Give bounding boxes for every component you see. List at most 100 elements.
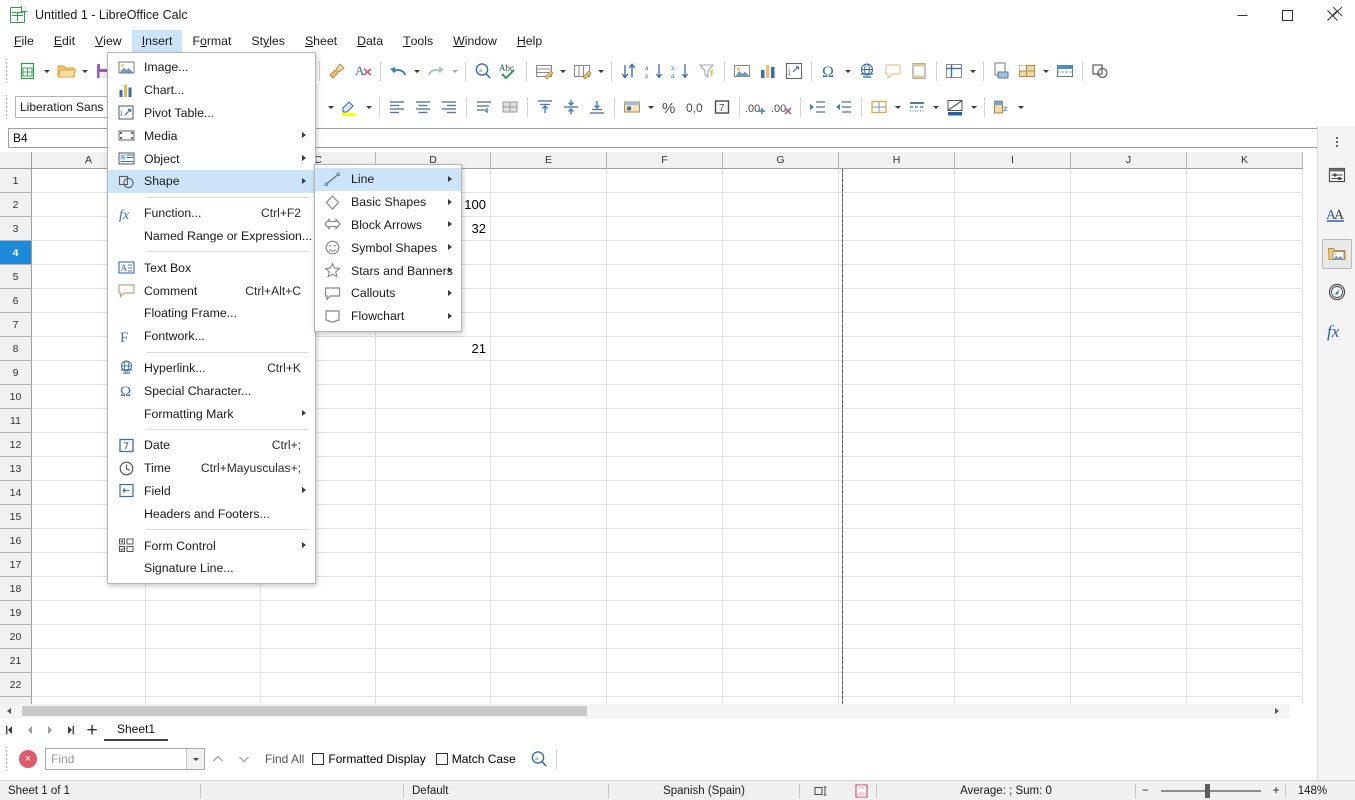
new-document-button[interactable] — [15, 58, 41, 84]
maximize-button[interactable] — [1265, 0, 1310, 30]
border-style-dropdown[interactable] — [930, 94, 942, 120]
insert-chart-button[interactable] — [755, 58, 781, 84]
cell-K12[interactable] — [1187, 433, 1303, 457]
cell-G16[interactable] — [723, 529, 839, 553]
cell-J2[interactable] — [1071, 193, 1187, 217]
cell-D19[interactable] — [376, 601, 491, 625]
cell-K4[interactable] — [1187, 241, 1303, 265]
cell-F5[interactable] — [607, 265, 723, 289]
cell-F21[interactable] — [607, 649, 723, 673]
row-header-17[interactable]: 17 — [0, 553, 32, 577]
cell-E11[interactable] — [491, 409, 607, 433]
cell-K7[interactable] — [1187, 313, 1303, 337]
cell-E13[interactable] — [491, 457, 607, 481]
find-and-replace-button[interactable]: a — [470, 58, 496, 84]
insert-menu-item-time[interactable]: TimeCtrl+Mayusculas+; — [108, 457, 315, 480]
row-header-5[interactable]: 5 — [0, 265, 32, 289]
cell-I13[interactable] — [955, 457, 1071, 481]
cell-G22[interactable] — [723, 673, 839, 697]
cell-G2[interactable] — [723, 193, 839, 217]
cell-F18[interactable] — [607, 577, 723, 601]
insert-menu-item-hyperlink[interactable]: Hyperlink...Ctrl+K — [108, 357, 315, 380]
hyperlink-button[interactable] — [854, 58, 880, 84]
cell-H22[interactable] — [839, 673, 955, 697]
cell-J5[interactable] — [1071, 265, 1187, 289]
cell-F17[interactable] — [607, 553, 723, 577]
cell-E21[interactable] — [491, 649, 607, 673]
toolbar-grip[interactable] — [3, 59, 12, 83]
cell-B22[interactable] — [146, 673, 261, 697]
cell-E1[interactable] — [491, 169, 607, 193]
sidebar-item-settings[interactable] — [1322, 161, 1352, 191]
first-sheet-button[interactable] — [0, 719, 20, 741]
cell-J14[interactable] — [1071, 481, 1187, 505]
cell-E9[interactable] — [491, 361, 607, 385]
cell-D17[interactable] — [376, 553, 491, 577]
format-as-number-button[interactable]: 0,0 — [683, 94, 709, 120]
cell-D20[interactable] — [376, 625, 491, 649]
cell-E4[interactable] — [491, 241, 607, 265]
cell-I14[interactable] — [955, 481, 1071, 505]
cell-D14[interactable] — [376, 481, 491, 505]
row-header-7[interactable]: 7 — [0, 313, 32, 337]
menu-styles[interactable]: Styles — [241, 30, 295, 52]
cell-J3[interactable] — [1071, 217, 1187, 241]
row-header-1[interactable]: 1 — [0, 169, 32, 193]
cell-G1[interactable] — [723, 169, 839, 193]
format-as-date-button[interactable]: 7 — [709, 94, 735, 120]
insert-menu-item-named-range-or-expression[interactable]: Named Range or Expression... — [108, 225, 315, 248]
insert-pivot-table-button[interactable]: i — [781, 58, 807, 84]
sidebar-item-properties[interactable]: AA — [1322, 200, 1352, 230]
clear-formatting-button[interactable]: A — [350, 58, 376, 84]
border-color-button[interactable] — [942, 94, 968, 120]
cell-E6[interactable] — [491, 289, 607, 313]
cell-E5[interactable] — [491, 265, 607, 289]
cell-J15[interactable] — [1071, 505, 1187, 529]
cell-F1[interactable] — [607, 169, 723, 193]
cell-B20[interactable] — [146, 625, 261, 649]
find-next-button[interactable] — [231, 747, 257, 771]
cell-H5[interactable] — [839, 265, 955, 289]
cell-E22[interactable] — [491, 673, 607, 697]
cell-G17[interactable] — [723, 553, 839, 577]
row-header-20[interactable]: 20 — [0, 625, 32, 649]
show-draw-functions-button[interactable] — [1087, 58, 1113, 84]
cell-G3[interactable] — [723, 217, 839, 241]
cell-E3[interactable] — [491, 217, 607, 241]
row-header-22[interactable]: 22 — [0, 673, 32, 697]
clone-formatting-button[interactable] — [324, 58, 350, 84]
headers-and-footers-button[interactable] — [906, 58, 932, 84]
cell-F20[interactable] — [607, 625, 723, 649]
cell-D11[interactable] — [376, 409, 491, 433]
cell-I22[interactable] — [955, 673, 1071, 697]
cell-F19[interactable] — [607, 601, 723, 625]
define-print-area-button[interactable] — [988, 58, 1014, 84]
decrease-indent-button[interactable] — [831, 94, 857, 120]
cell-A20[interactable] — [32, 625, 146, 649]
cell-J13[interactable] — [1071, 457, 1187, 481]
conditional-formatting-dropdown[interactable] — [1040, 58, 1052, 84]
cell-H17[interactable] — [839, 553, 955, 577]
cell-J20[interactable] — [1071, 625, 1187, 649]
cell-G6[interactable] — [723, 289, 839, 313]
minimize-button[interactable] — [1220, 0, 1265, 30]
cell-J1[interactable] — [1071, 169, 1187, 193]
align-center-button[interactable] — [410, 94, 436, 120]
cell-K23[interactable] — [1187, 697, 1303, 704]
border-color-dropdown[interactable] — [968, 94, 980, 120]
cell-D23[interactable] — [376, 697, 491, 704]
shape-menu-item-flowchart[interactable]: Flowchart — [315, 305, 461, 328]
sort-ascending-button[interactable]: az — [642, 58, 668, 84]
insert-menu-item-headers-and-footers[interactable]: Headers and Footers... — [108, 502, 315, 525]
cell-I21[interactable] — [955, 649, 1071, 673]
cell-I4[interactable] — [955, 241, 1071, 265]
cell-F8[interactable] — [607, 337, 723, 361]
cell-I11[interactable] — [955, 409, 1071, 433]
cell-I23[interactable] — [955, 697, 1071, 704]
insert-menu-item-shape[interactable]: Shape — [108, 170, 315, 193]
sheet-tab-sheet1[interactable]: Sheet1 — [104, 719, 168, 741]
menu-format[interactable]: Format — [182, 30, 241, 52]
cell-F10[interactable] — [607, 385, 723, 409]
cell-E16[interactable] — [491, 529, 607, 553]
cell-D12[interactable] — [376, 433, 491, 457]
